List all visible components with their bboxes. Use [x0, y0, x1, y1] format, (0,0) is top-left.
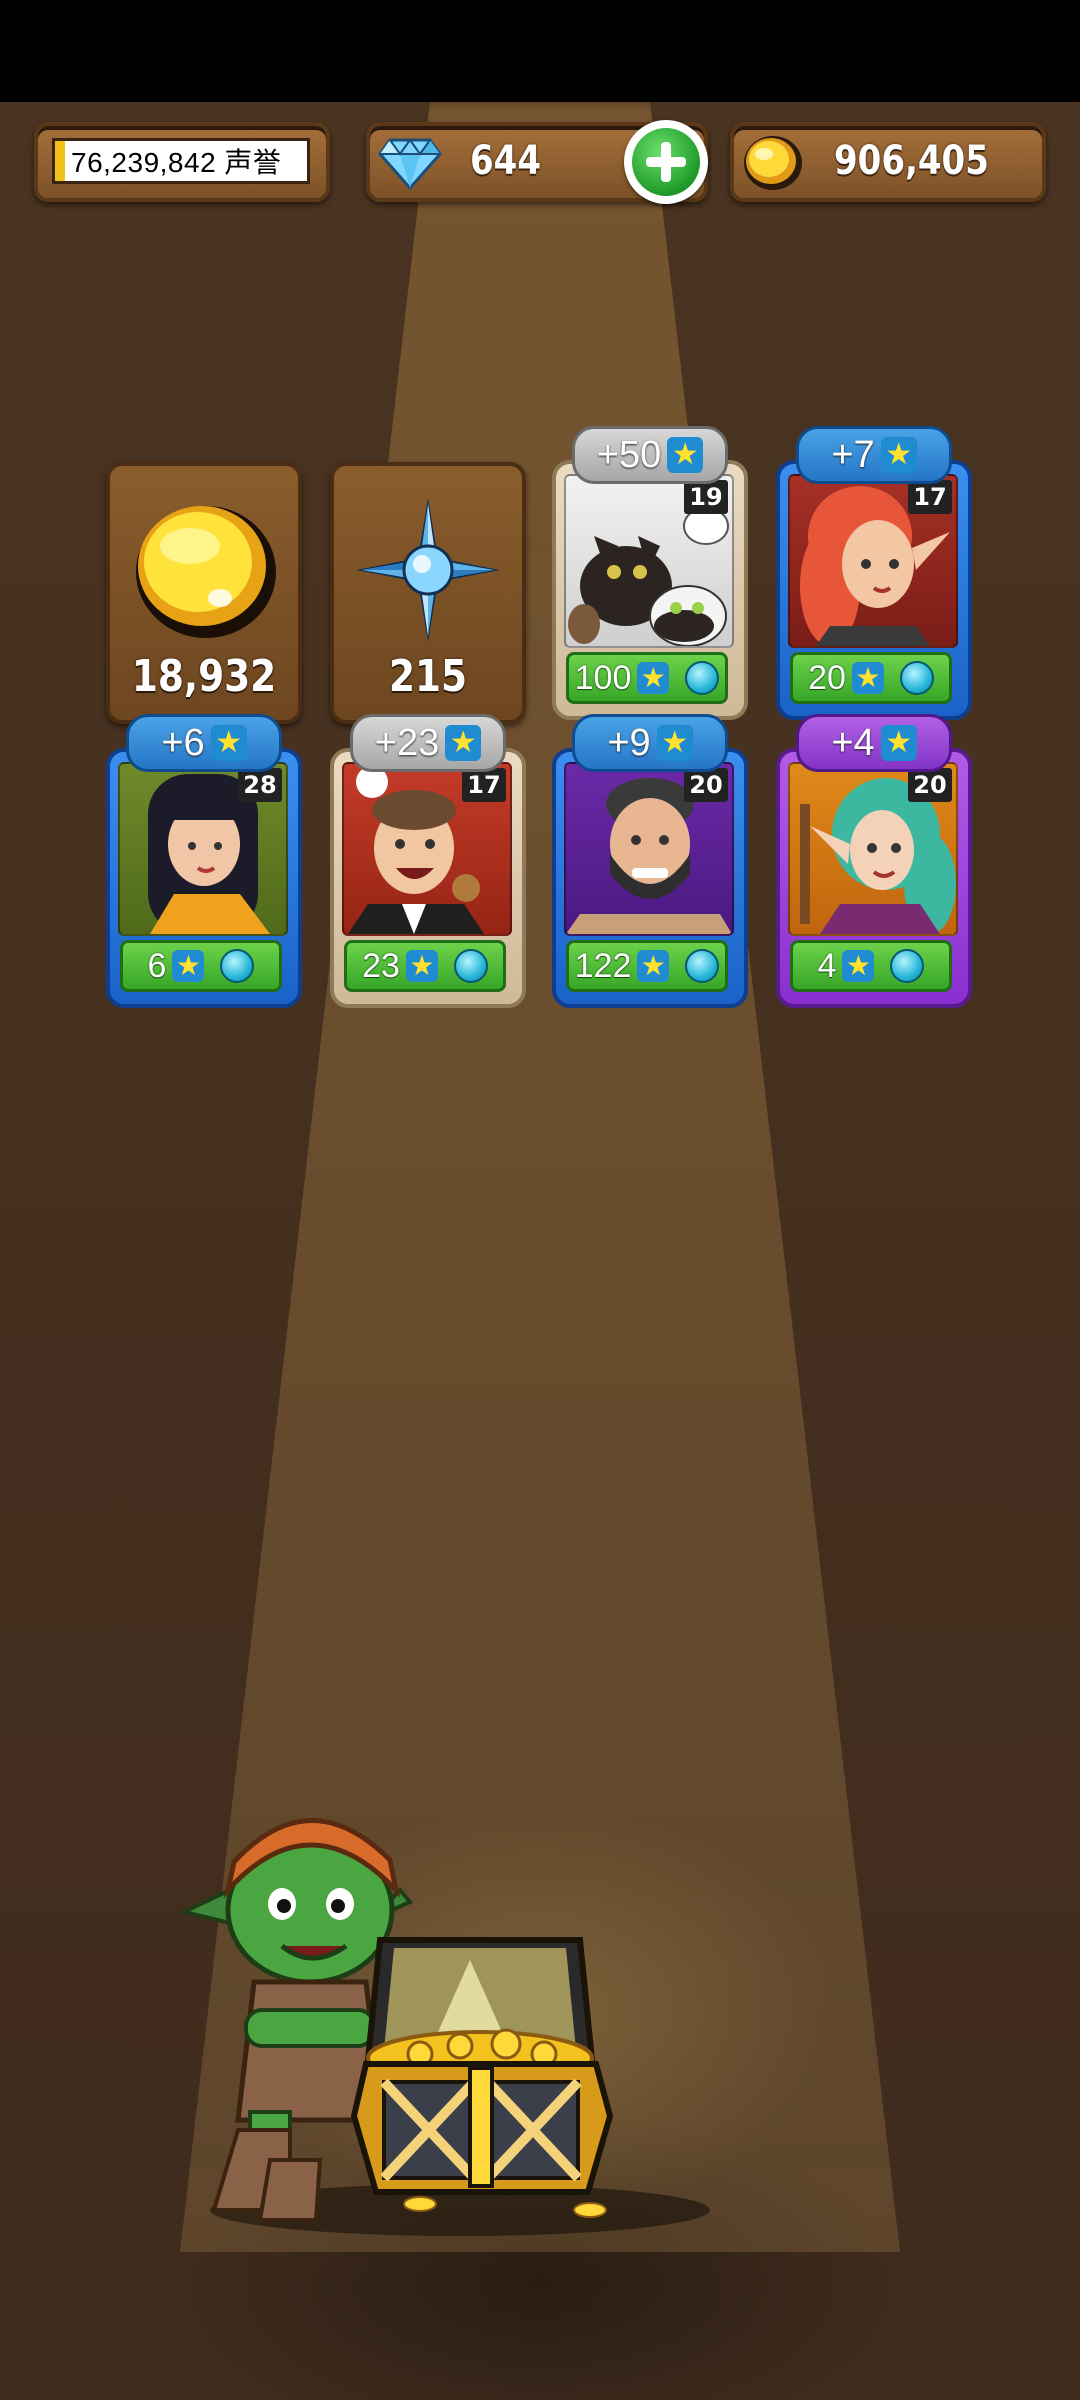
star-icon: ★ [637, 662, 670, 694]
bonus-value: +4 [831, 721, 875, 764]
orb-icon [899, 661, 934, 695]
orb-icon [453, 949, 488, 983]
fame-counter[interactable]: 76,239,842 声誉 [34, 122, 330, 202]
portrait-bearded-man: 20 [564, 762, 734, 936]
bonus-value: +23 [374, 721, 440, 764]
gem-value: 644 [470, 138, 541, 184]
add-gems-button[interactable] [624, 120, 708, 204]
stat-bar: 122 ★ [566, 940, 728, 992]
fame-value: 76,239,842 声誉 [71, 147, 282, 178]
star-icon: ★ [656, 725, 693, 761]
orb-icon [685, 949, 720, 983]
level-tag: 19 [684, 480, 728, 514]
stat-bar: 4 ★ [790, 940, 952, 992]
level-tag: 28 [238, 768, 282, 802]
level-tag: 20 [908, 768, 952, 802]
stat-value: 4 [817, 946, 837, 985]
bonus-value: +6 [161, 721, 205, 764]
stat-value: 100 [574, 658, 632, 697]
star-icon: ★ [880, 437, 917, 473]
gold-value: 906,405 [834, 138, 989, 184]
compass-reward-value: 215 [388, 651, 468, 702]
status-bar [0, 0, 1080, 102]
stat-bar: 100 ★ [566, 652, 728, 704]
star-icon: ★ [851, 662, 884, 694]
level-tag: 20 [684, 768, 728, 802]
gold-reward-card[interactable]: 18,932 [106, 462, 302, 724]
star-icon: ★ [842, 950, 875, 982]
gold-counter[interactable]: 906,405 [730, 122, 1046, 202]
portrait-cats: 19 [564, 474, 734, 648]
bonus-value: +7 [831, 433, 875, 476]
portrait-green-elf: 20 [788, 762, 958, 936]
level-tag: 17 [462, 768, 506, 802]
portrait-dark-woman: 28 [118, 762, 288, 936]
stat-bar: 6 ★ [120, 940, 282, 992]
bonus-badge: +7 ★ [796, 426, 952, 484]
stat-value: 20 [808, 658, 846, 697]
goblin-treasure-illustration [178, 1818, 710, 2236]
star-icon: ★ [405, 950, 438, 982]
orb-icon [890, 949, 925, 983]
stat-value: 6 [147, 946, 167, 985]
plus-icon [632, 128, 700, 196]
star-icon: ★ [637, 950, 670, 982]
bonus-badge: +4 ★ [796, 714, 952, 772]
bonus-value: +9 [607, 721, 651, 764]
compass-star-icon [356, 498, 500, 642]
gold-coin-icon [136, 506, 276, 638]
gem-counter[interactable]: 644 [366, 120, 708, 204]
stat-bar: 23 ★ [344, 940, 506, 992]
gold-reward-value: 18,932 [131, 651, 277, 702]
bonus-badge: +6 ★ [126, 714, 282, 772]
stat-bar: 20 ★ [790, 652, 952, 704]
star-icon: ★ [667, 437, 704, 473]
compass-reward-card[interactable]: 215 [330, 462, 526, 724]
bonus-badge: +9 ★ [572, 714, 728, 772]
gold-coin-icon [744, 136, 802, 190]
star-icon: ★ [445, 725, 482, 761]
stat-value: 23 [362, 946, 400, 985]
star-icon: ★ [172, 950, 205, 982]
bonus-badge: +23 ★ [350, 714, 506, 772]
star-icon: ★ [880, 725, 917, 761]
fame-progress-bar [55, 141, 65, 181]
star-icon: ★ [210, 725, 247, 761]
treasure-chest-icon [350, 1937, 614, 2218]
stat-value: 122 [574, 946, 632, 985]
portrait-chef: 17 [342, 762, 512, 936]
bonus-badge: +50 ★ [572, 426, 728, 484]
diamond-icon [378, 138, 442, 191]
bonus-value: +50 [596, 433, 662, 476]
portrait-red-elf: 17 [788, 474, 958, 648]
fame-field: 76,239,842 声誉 [52, 138, 310, 184]
level-tag: 17 [908, 480, 952, 514]
orb-icon [685, 661, 720, 695]
orb-icon [220, 949, 255, 983]
